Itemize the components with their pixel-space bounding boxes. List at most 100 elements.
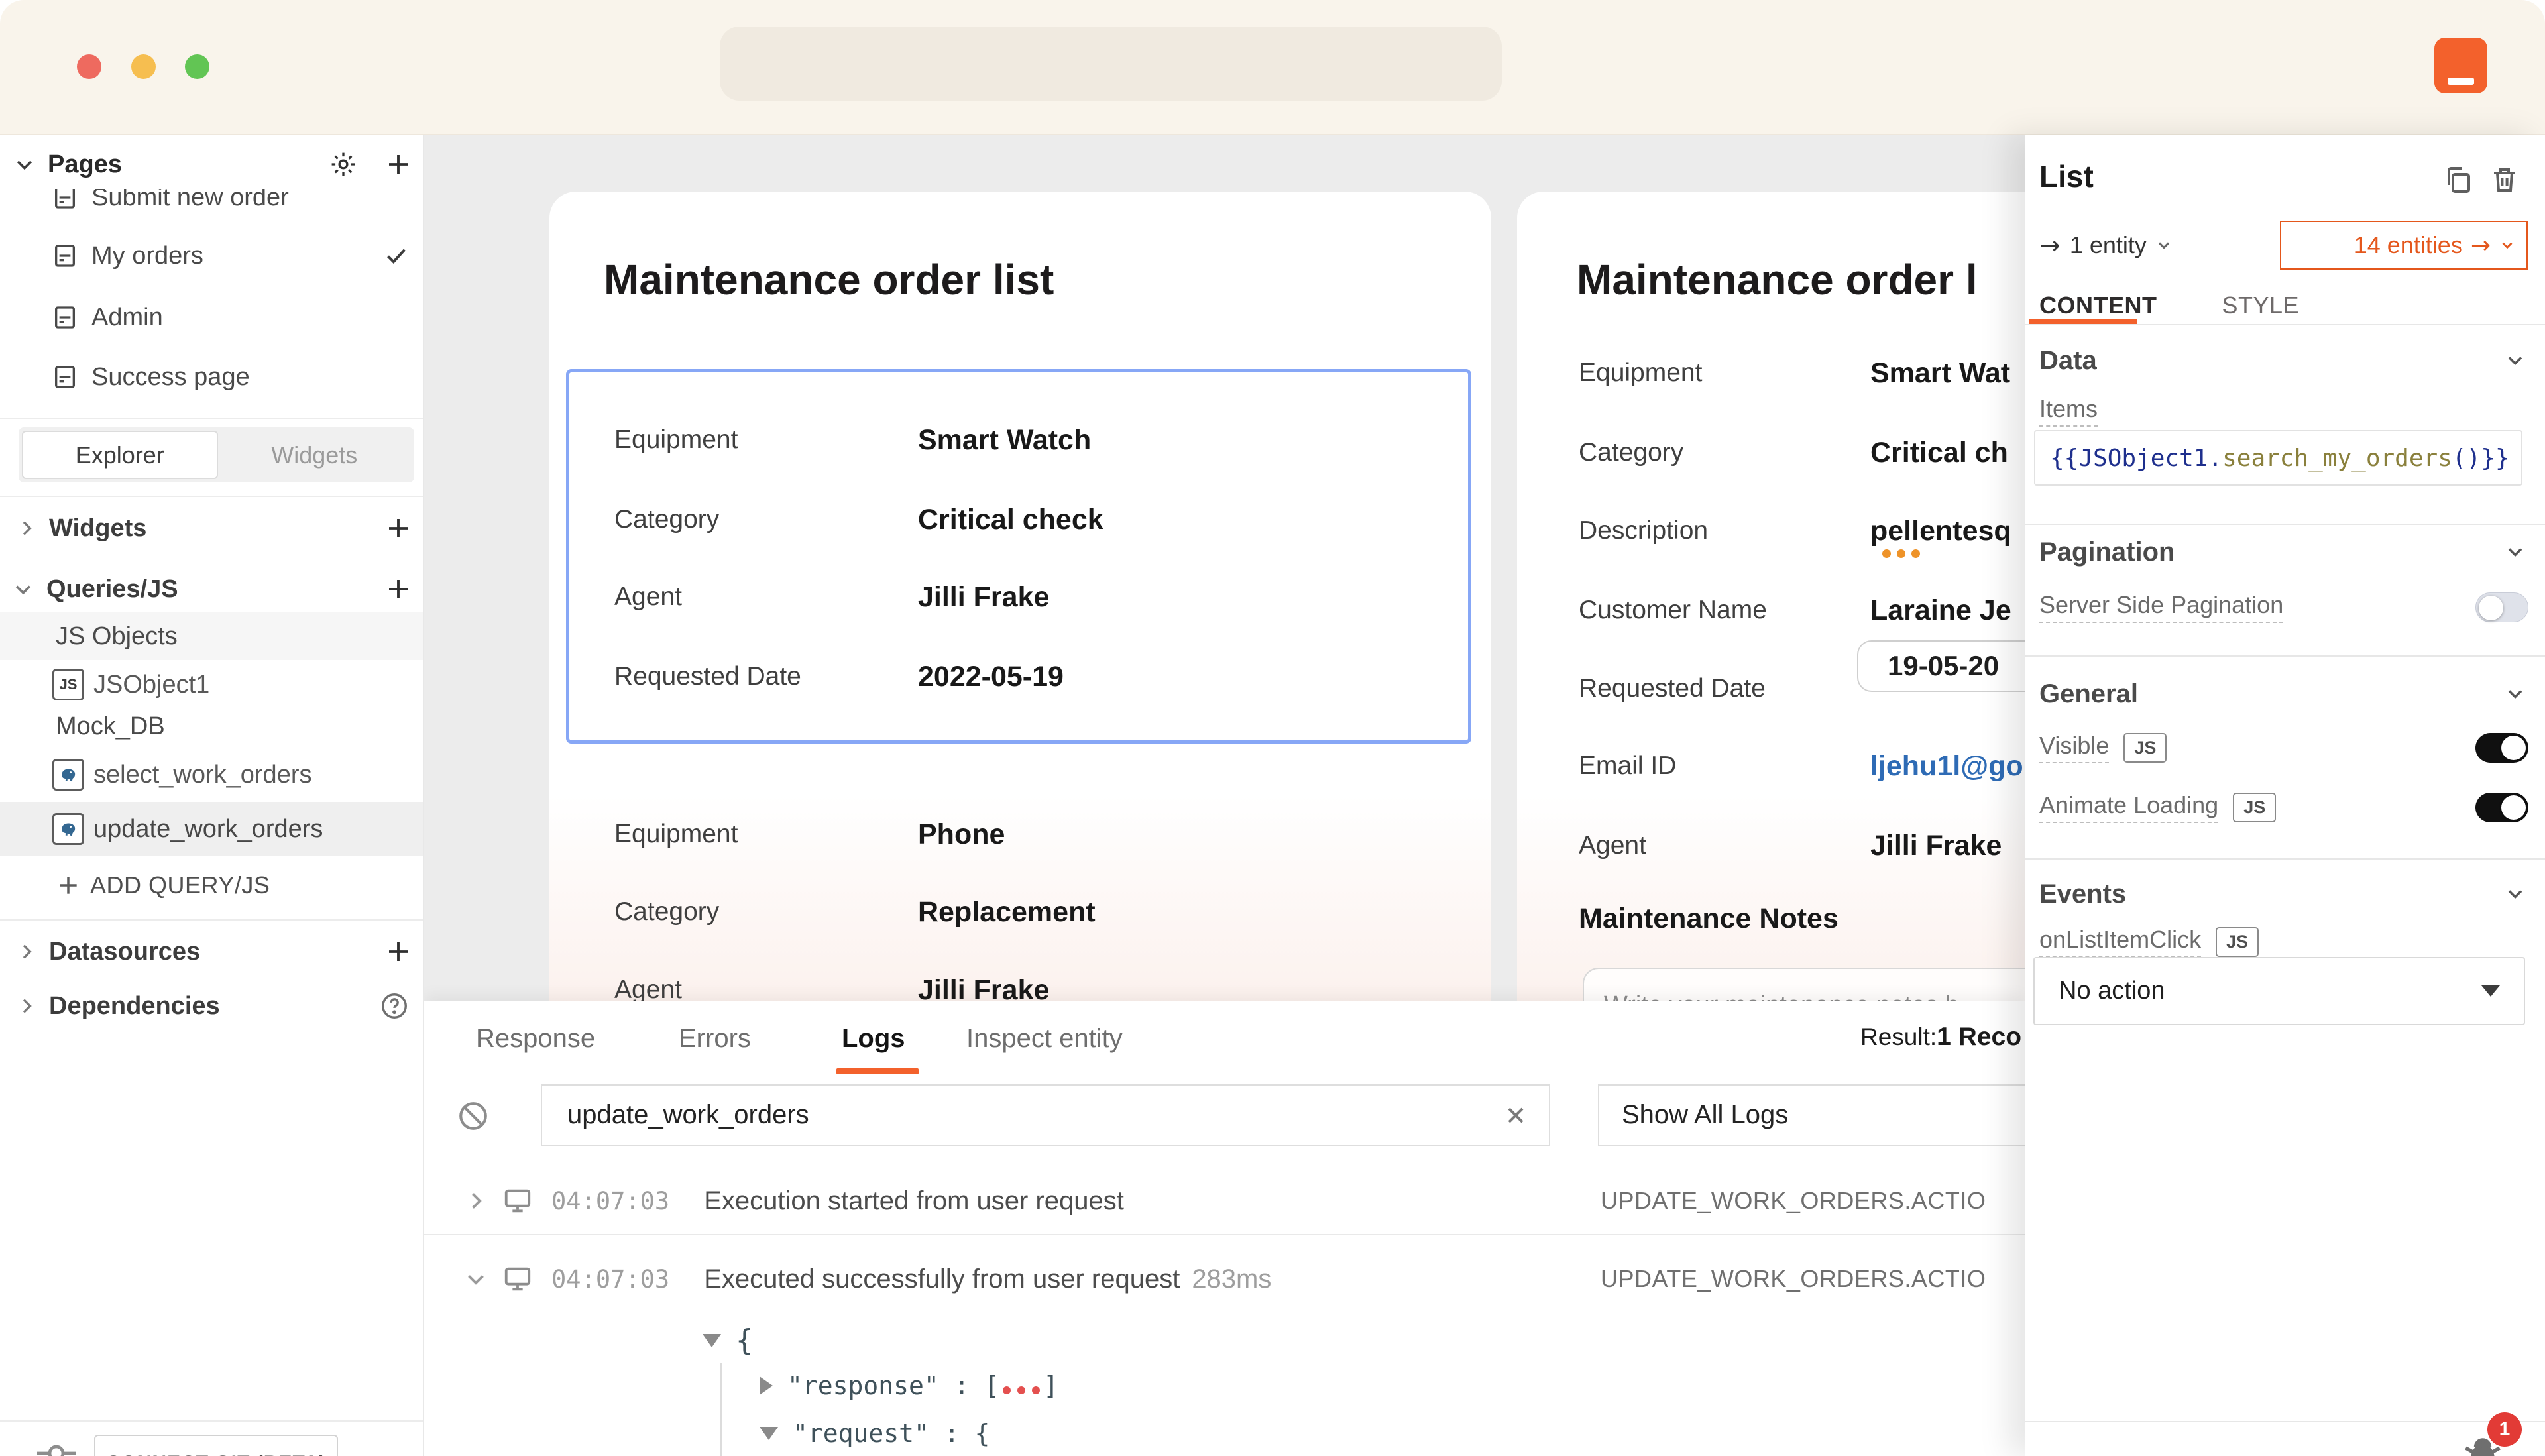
list-item-field: Equipment Smart Watch [614,414,1091,467]
log-row[interactable]: 04:07:03 Executed successfully from user… [424,1247,2025,1311]
collapse-triangle-icon[interactable] [760,1427,778,1440]
requested-date-input[interactable]: 19-05-20 [1857,640,2025,692]
js-toggle-badge[interactable]: JS [2233,793,2276,822]
list-item-field: Category Replacement [614,885,1096,938]
switch-explorer[interactable]: Explorer [22,431,218,479]
dependencies-section-header[interactable]: Dependencies [0,982,424,1030]
animate-loading-property-label[interactable]: Animate Loading [2039,791,2218,823]
section-events[interactable]: Events [2025,873,2545,915]
action-select[interactable]: No action [2033,957,2525,1025]
sidebar-item-jsobject1[interactable]: JS JSObject1 [0,661,424,708]
delete-widget-icon[interactable] [2489,164,2520,196]
visible-property-label[interactable]: Visible [2039,732,2109,763]
add-query-js-button[interactable]: ADD QUERY/JS [0,862,424,909]
sidebar-item-select-work-orders[interactable]: select_work_orders [0,751,424,799]
log-filter-input[interactable] [567,1100,1502,1130]
sidebar-item-update-work-orders[interactable]: update_work_orders [0,802,424,856]
add-widget-icon[interactable] [384,514,412,542]
minimize-window-button[interactable] [131,54,156,79]
animate-loading-toggle[interactable] [2475,793,2528,822]
widgets-section-header[interactable]: Widgets [0,504,424,552]
js-toggle-badge[interactable]: JS [2216,927,2259,957]
active-page-check-icon [383,243,410,269]
clear-filter-icon[interactable] [1502,1102,1529,1129]
plus-icon [56,873,81,898]
section-general[interactable]: General [2025,673,2545,714]
collapse-triangle-icon[interactable] [703,1334,721,1347]
chevron-right-icon[interactable] [16,995,37,1017]
visible-toggle[interactable] [2475,733,2528,763]
list-widget-card[interactable]: Maintenance order list Equipment Smart W… [549,192,1491,1053]
arrow-right-icon: → [2039,231,2061,260]
add-query-icon[interactable] [384,575,412,603]
clear-logs-icon[interactable] [457,1099,490,1133]
datasources-section-header[interactable]: Datasources [0,928,424,976]
close-window-button[interactable] [77,54,101,79]
section-data[interactable]: Data [2025,340,2545,381]
tab-inspect-entity[interactable]: Inspect entity [966,1020,1123,1057]
server-side-pagination-toggle[interactable] [2475,592,2528,622]
copy-widget-icon[interactable] [2442,164,2474,196]
page-icon [52,303,78,332]
tab-style[interactable]: STYLE [2222,292,2300,319]
email-link[interactable]: ljehu1l@go [1870,750,2023,783]
mock-db-group[interactable]: Mock_DB [0,702,424,750]
chevron-down-icon[interactable] [2503,349,2527,372]
chevron-down-icon[interactable] [464,1267,488,1291]
chevron-down-icon [2155,236,2173,254]
log-timestamp: 04:07:03 [551,1265,669,1294]
add-page-icon[interactable] [384,150,412,178]
chevron-down-icon[interactable] [2503,540,2527,564]
json-request-row[interactable]: "request" : { [760,1419,990,1448]
tab-logs[interactable]: Logs [842,1020,905,1057]
arrow-right-icon: → [2471,232,2491,259]
queries-section-header[interactable]: Queries/JS [0,565,424,613]
chevron-right-icon[interactable] [16,941,37,962]
js-toggle-badge[interactable]: JS [2123,733,2167,763]
tab-errors[interactable]: Errors [679,1020,751,1057]
log-row[interactable]: 04:07:03 Execution started from user req… [424,1169,2025,1233]
chevron-down-icon[interactable] [13,153,36,176]
sidebar-page-admin[interactable]: Admin [0,294,424,341]
sidebar-page-my-orders[interactable]: My orders [0,232,424,280]
on-list-item-click-label[interactable]: onListItemClick [2039,926,2201,958]
app-logo-icon[interactable] [2434,38,2487,93]
add-datasource-icon[interactable] [384,938,412,966]
connect-git-button[interactable]: CONNECT GIT (BETA) [94,1435,338,1456]
detail-field: Email ID ljehu1l@go [1579,740,2023,793]
chevron-down-icon[interactable] [2503,682,2527,706]
chevron-down-icon[interactable] [12,578,34,600]
items-code-input[interactable]: {{JSObject1.search_my_orders()}} [2034,430,2522,486]
detail-widget-card[interactable]: Maintenance order l Equipment Smart Wat … [1517,192,2025,1053]
server-side-pagination-label[interactable]: Server Side Pagination [2039,591,2283,623]
expand-triangle-icon[interactable] [760,1376,773,1395]
json-root-row[interactable]: { [703,1323,754,1357]
detail-field: Agent Jilli Frake [1579,819,2002,872]
tab-response[interactable]: Response [476,1020,595,1057]
log-source[interactable]: UPDATE_WORK_ORDERS.ACTIO [1601,1187,1986,1215]
section-pagination[interactable]: Pagination [2025,532,2545,573]
help-icon[interactable] [379,991,410,1021]
page-settings-gear-icon[interactable] [329,150,358,179]
maximize-window-button[interactable] [185,54,209,79]
pages-section-header[interactable]: Pages [0,140,424,189]
switch-widgets[interactable]: Widgets [218,431,412,479]
log-scope-select[interactable]: Show All Logs [1598,1084,2025,1146]
address-bar[interactable] [720,27,1502,101]
chevron-down-icon[interactable] [2503,882,2527,906]
list-item-field: Category Critical check [614,493,1103,546]
json-response-row[interactable]: "response" : [] [760,1371,1058,1400]
entity-count-button[interactable]: 14 entities → [2280,221,2528,270]
widget-name[interactable]: List [2039,158,2094,194]
sidebar-page-success-page[interactable]: Success page [0,353,424,401]
log-message: Executed successfully from user request [704,1264,1180,1294]
chevron-right-icon[interactable] [464,1189,488,1213]
description-ellipsis-dots[interactable] [1882,549,1926,561]
chevron-right-icon[interactable] [16,518,37,539]
detail-card-title: Maintenance order l [1577,255,1978,304]
js-objects-group[interactable]: JS Objects [0,612,424,660]
tab-content[interactable]: CONTENT [2039,292,2157,319]
log-message: Execution started from user request [704,1186,1124,1216]
items-property-label[interactable]: Items [2039,395,2098,427]
log-source[interactable]: UPDATE_WORK_ORDERS.ACTIO [1601,1265,1986,1293]
